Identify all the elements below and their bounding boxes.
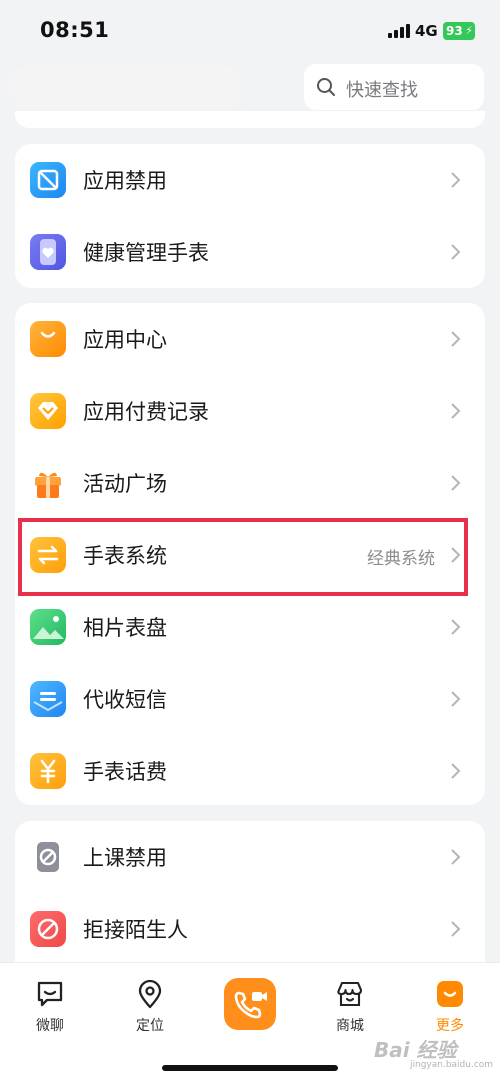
- watermark-url: jingyan.baidu.com: [410, 1060, 494, 1070]
- row-label: 相片表盘: [83, 616, 167, 640]
- chat-icon: [37, 981, 63, 1007]
- row-label: 手表话费: [83, 760, 167, 784]
- row-label: 应用禁用: [83, 169, 167, 193]
- shopping-bag-icon: [30, 321, 66, 357]
- class-ban-icon: [30, 839, 66, 875]
- row-label: 上课禁用: [83, 846, 167, 870]
- settings-group-3: 上课禁用 拒接陌生人: [15, 821, 485, 981]
- settings-group-1: 应用禁用 健康管理手表: [15, 144, 485, 288]
- photo-icon: [30, 609, 66, 645]
- row-label: 活动广场: [83, 472, 167, 496]
- watch-heart-icon: [30, 234, 66, 270]
- chevron-right-icon: [451, 403, 461, 419]
- battery-level: 93: [446, 24, 463, 38]
- chevron-right-icon: [451, 921, 461, 937]
- tab-label: 微聊: [36, 1018, 64, 1034]
- tab-store[interactable]: 商城: [310, 963, 390, 1043]
- diamond-icon: [30, 393, 66, 429]
- more-icon: [437, 981, 463, 1007]
- row-app-block[interactable]: 应用禁用: [15, 144, 485, 216]
- block-stranger-icon: [30, 911, 66, 947]
- row-label: 健康管理手表: [83, 241, 209, 265]
- network-type: 4G: [415, 22, 438, 40]
- home-indicator[interactable]: [162, 1065, 338, 1071]
- search-input[interactable]: 快速查找: [304, 64, 484, 110]
- row-label: 拒接陌生人: [83, 918, 188, 942]
- status-bar: 08:51 4G 93 ⚡: [0, 0, 500, 60]
- row-sms-proxy[interactable]: 代收短信: [15, 663, 485, 735]
- row-label: 应用中心: [83, 328, 167, 352]
- battery-icon: 93 ⚡: [443, 22, 475, 40]
- tab-more[interactable]: 更多: [410, 963, 490, 1043]
- store-icon: [337, 981, 363, 1007]
- screen: 08:51 4G 93 ⚡ 快速查找 应用禁用 健康管理手表 应用中心 应用付费…: [0, 0, 500, 1082]
- chevron-right-icon: [451, 691, 461, 707]
- search-icon: [317, 78, 335, 96]
- tab-label: 定位: [136, 1018, 164, 1034]
- watermark-logo: Bai 经验: [374, 1038, 457, 1062]
- signal-icon: [388, 24, 410, 38]
- video-call-button[interactable]: [224, 978, 276, 1030]
- chevron-right-icon: [451, 619, 461, 635]
- app-block-icon: [30, 162, 66, 198]
- row-watch-phone-bill[interactable]: 手表话费: [15, 735, 485, 807]
- message-box-icon: [30, 681, 66, 717]
- tab-label: 商城: [336, 1018, 364, 1034]
- video-call-icon: [234, 991, 267, 1019]
- location-pin-icon: [138, 979, 162, 1009]
- row-label: 代收短信: [83, 688, 167, 712]
- search-placeholder: 快速查找: [346, 80, 418, 101]
- gift-icon: [30, 465, 66, 501]
- chevron-right-icon: [451, 763, 461, 779]
- tab-chat[interactable]: 微聊: [10, 963, 90, 1043]
- row-label: 应用付费记录: [83, 400, 209, 424]
- chevron-right-icon: [451, 849, 461, 865]
- yen-coin-icon: [30, 753, 66, 789]
- tab-label: 更多: [436, 1018, 464, 1034]
- tab-location[interactable]: 定位: [110, 963, 190, 1043]
- highlight-annotation: [18, 518, 468, 596]
- card-top-edge: [15, 111, 485, 128]
- chevron-right-icon: [451, 331, 461, 347]
- chevron-right-icon: [451, 475, 461, 491]
- row-photo-watchface[interactable]: 相片表盘: [15, 591, 485, 663]
- blurred-user-name: [10, 68, 240, 108]
- row-block-strangers[interactable]: 拒接陌生人: [15, 893, 485, 965]
- row-class-ban[interactable]: 上课禁用: [15, 821, 485, 893]
- row-app-center[interactable]: 应用中心: [15, 303, 485, 375]
- chevron-right-icon: [451, 172, 461, 188]
- status-time: 08:51: [40, 18, 110, 42]
- row-activity-square[interactable]: 活动广场: [15, 447, 485, 519]
- chevron-right-icon: [451, 244, 461, 260]
- row-health-watch[interactable]: 健康管理手表: [15, 216, 485, 288]
- row-payment-records[interactable]: 应用付费记录: [15, 375, 485, 447]
